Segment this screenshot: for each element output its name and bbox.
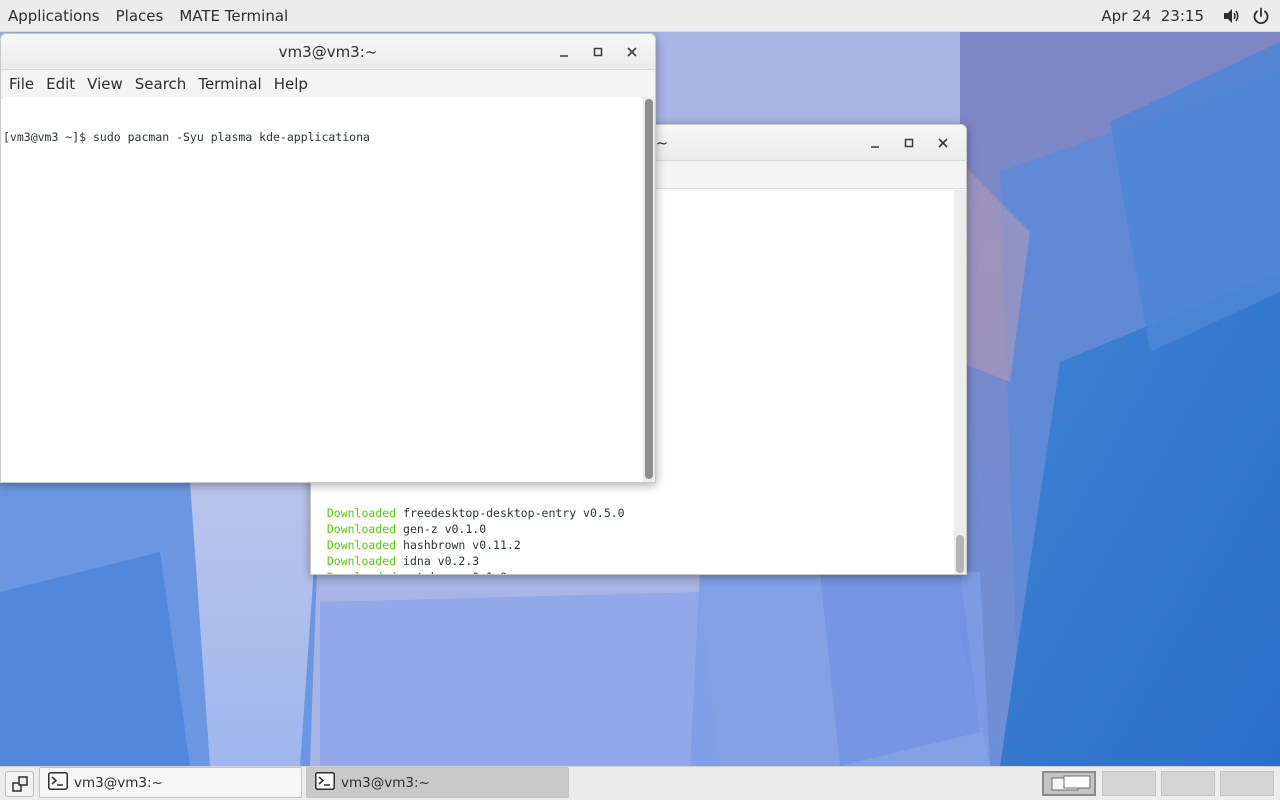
output-line: Downloaded idna v0.2.3 — [313, 553, 953, 569]
menu-file[interactable]: File — [3, 75, 40, 93]
scrollbar-thumb-back[interactable] — [956, 535, 964, 573]
workspace-4[interactable] — [1220, 771, 1274, 796]
output-status: Downloaded — [326, 538, 397, 552]
terminal-icon — [315, 771, 335, 794]
terminal-output-front[interactable]: [vm3@vm3 ~]$ sudo pacman -Syu plasma kde… — [3, 97, 641, 482]
taskbar-item-active[interactable]: vm3@vm3:~ — [306, 767, 569, 798]
workspace-1[interactable] — [1042, 771, 1096, 796]
menu-edit[interactable]: Edit — [40, 75, 81, 93]
prompt-line: [vm3@vm3 ~]$ sudo pacman -Syu plasma kde… — [3, 130, 370, 144]
taskbar-item-label: vm3@vm3:~ — [341, 774, 430, 791]
close-icon[interactable] — [615, 37, 649, 67]
terminal-output-back[interactable]: Downloaded freedesktop-desktop-entry v0.… — [313, 475, 953, 574]
workspace-3[interactable] — [1161, 771, 1215, 796]
taskbar-item-label: vm3@vm3:~ — [74, 774, 163, 791]
close-icon[interactable] — [926, 128, 960, 158]
output-status: Downloaded — [327, 570, 396, 574]
titlebar-front[interactable]: vm3@vm3:~ — [1, 34, 655, 70]
mate-terminal-launcher[interactable]: MATE Terminal — [171, 7, 296, 25]
show-desktop-icon — [11, 776, 28, 792]
maximize-icon[interactable] — [892, 128, 926, 158]
scrollbar-thumb-front[interactable] — [645, 99, 653, 479]
clock[interactable]: Apr 24 23:15 — [1089, 7, 1216, 25]
window-title-front: vm3@vm3:~ — [278, 42, 378, 61]
applications-menu[interactable]: Applications — [0, 7, 108, 25]
menubar-front: File Edit View Search Terminal Help — [1, 70, 655, 98]
terminal-window-front[interactable]: vm3@vm3:~ File Edit View Search Terminal… — [0, 33, 656, 483]
maximize-icon[interactable] — [581, 37, 615, 67]
output-text: idna v0.2.3 — [403, 554, 480, 568]
scrollbar-front[interactable] — [643, 97, 655, 482]
workspace-2[interactable] — [1102, 771, 1156, 796]
top-panel: Applications Places MATE Terminal Apr 24… — [0, 0, 1280, 32]
output-text: hashbrown v0.11.2 — [403, 538, 521, 552]
taskbar-item[interactable]: vm3@vm3:~ — [39, 767, 302, 798]
menu-terminal[interactable]: Terminal — [192, 75, 267, 93]
output-text: freedesktop-desktop-entry v0.5.0 — [403, 506, 625, 520]
show-desktop-button[interactable] — [5, 771, 34, 797]
menu-view[interactable]: View — [81, 75, 129, 93]
output-text: matchers v0.1.0 — [403, 570, 507, 574]
bottom-panel: vm3@vm3:~ vm3@vm3:~ — [0, 766, 1280, 800]
output-text: gen-z v0.1.0 — [403, 522, 487, 536]
output-status: Downloaded — [326, 522, 397, 536]
power-icon[interactable] — [1246, 0, 1276, 32]
minimize-icon[interactable] — [858, 128, 892, 158]
menu-help[interactable]: Help — [268, 75, 314, 93]
output-status: Downloaded — [326, 554, 397, 568]
output-line: Downloaded matchers v0.1.0 — [313, 569, 953, 574]
output-lines: Downloaded freedesktop-desktop-entry v0.… — [313, 505, 953, 574]
scrollbar-back[interactable] — [954, 190, 966, 574]
minimize-icon[interactable] — [547, 37, 581, 67]
output-line: Downloaded gen-z v0.1.0 — [313, 521, 953, 537]
terminal-icon — [48, 771, 68, 794]
output-line: Downloaded freedesktop-desktop-entry v0.… — [313, 505, 953, 521]
clock-date: Apr 24 — [1101, 6, 1152, 25]
menu-search[interactable]: Search — [129, 75, 193, 93]
places-menu[interactable]: Places — [108, 7, 172, 25]
output-status: Downloaded — [326, 506, 397, 520]
clock-time: 23:15 — [1160, 6, 1204, 25]
volume-icon[interactable] — [1216, 0, 1246, 32]
output-line: Downloaded hashbrown v0.11.2 — [313, 537, 953, 553]
